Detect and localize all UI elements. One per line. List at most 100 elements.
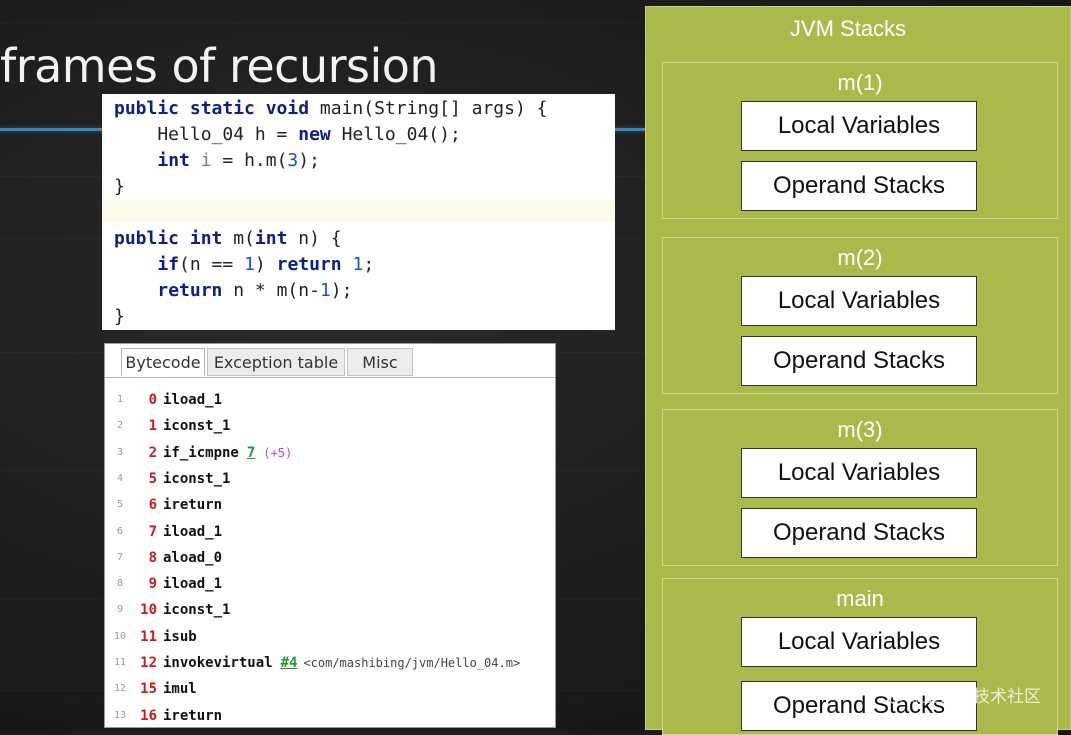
opcode: if_icmpne — [163, 444, 239, 461]
code-line: public static void main(String[] args) { — [114, 96, 548, 122]
code-token: public int — [114, 228, 223, 249]
code-token: Hello_04 h = — [114, 124, 299, 145]
bytecode-offset: 7 — [148, 523, 157, 540]
tab-bytecode[interactable]: Bytecode — [121, 348, 205, 376]
tab-exception-table[interactable]: Exception table — [207, 348, 345, 376]
code-token: n) { — [287, 228, 342, 249]
stack-frame-m2: m(2) Local Variables Operand Stacks — [662, 237, 1058, 394]
code-line: return n * m(n-1); — [114, 278, 352, 304]
stack-frame-m1: m(1) Local Variables Operand Stacks — [662, 62, 1058, 219]
bytecode-line-number: 10 — [113, 630, 127, 642]
bytecode-line-number: 11 — [113, 657, 127, 668]
bytecode-argument-link[interactable]: 7 — [247, 445, 255, 461]
code-line: int i = h.m(3); — [114, 148, 320, 174]
watermark: @稀土掘金技术社区 — [888, 687, 1041, 707]
bytecode-offset: 0 — [148, 392, 157, 408]
slide-title: frames of recursion — [0, 39, 439, 93]
operand-stacks-box: Operand Stacks — [741, 336, 977, 386]
opcode: ireturn — [163, 707, 223, 724]
bytecode-instruction: iload_1 — [163, 519, 222, 545]
bytecode-tab-bar: Bytecode Exception table Misc — [105, 344, 555, 378]
bytecode-line-number: 12 — [113, 683, 127, 695]
bytecode-row: 12 15 imul — [105, 676, 555, 702]
opcode: imul — [163, 681, 197, 698]
code-token: return — [276, 254, 342, 275]
code-token: } — [114, 176, 125, 197]
stack-frame-title: m(2) — [837, 245, 883, 270]
opcode: invokevirtual — [163, 655, 273, 671]
code-token: 1 — [319, 280, 331, 301]
bytecode-line-number: 5 — [116, 499, 124, 511]
operand-stacks-box: Operand Stacks — [741, 161, 977, 211]
opcode: iconst_1 — [163, 602, 231, 619]
opcode: isub — [163, 628, 197, 645]
bytecode-row: 4 5 iconst_1 — [105, 466, 555, 492]
bytecode-offset: 1 — [148, 418, 157, 435]
code-token: public static void — [114, 98, 310, 119]
current-line-highlight — [102, 200, 615, 222]
stack-frame-main: main Local Variables Operand Stacks — [662, 578, 1058, 735]
opcode: ireturn — [163, 497, 223, 514]
bytecode-row: 7 8 aload_0 — [105, 545, 555, 571]
bytecode-line-number: 4 — [116, 472, 124, 484]
local-variables-box: Local Variables — [741, 448, 977, 498]
opcode: iconst_1 — [163, 470, 231, 487]
opcode: iload_1 — [163, 392, 223, 408]
bytecode-offset: 8 — [148, 549, 157, 566]
bytecode-row: 2 1 iconst_1 — [105, 413, 555, 439]
code-token: new — [298, 124, 331, 145]
bytecode-instruction: iconst_1 — [163, 597, 230, 623]
bytecode-line-number: 9 — [116, 604, 124, 616]
bytecode-row: 5 6 ireturn — [105, 492, 555, 518]
bytecode-instruction: iload_1 — [163, 571, 222, 597]
tab-misc[interactable]: Misc — [347, 348, 413, 376]
code-token: = h.m( — [211, 150, 288, 171]
code-token: return — [157, 280, 223, 301]
code-line: Hello_04 h = new Hello_04(); — [114, 122, 460, 148]
code-token: 1 — [244, 254, 255, 275]
bytecode-offset: 10 — [140, 602, 157, 619]
code-token: ) — [254, 254, 277, 275]
code-token: ; — [363, 254, 375, 275]
bytecode-line-number: 7 — [116, 551, 124, 563]
bytecode-comment: <com/mashibing/jvm/Hello_04.m> — [303, 656, 521, 670]
bytecode-instruction: iconst_1 — [163, 413, 230, 439]
bytecode-offset: 6 — [148, 497, 157, 514]
bytecode-line-number: 6 — [116, 525, 124, 537]
bytecode-viewer: Bytecode Exception table Misc 1 0 iload_1 2 1 i… — [104, 343, 556, 728]
bytecode-instruction: iload_1 — [163, 387, 222, 413]
bytecode-row: 1 0 iload_1 — [105, 387, 555, 413]
code-token: ); — [330, 280, 353, 301]
code-token: (n == — [179, 254, 245, 275]
jvm-stacks-title: JVM Stacks — [789, 16, 907, 41]
opcode: iconst_1 — [163, 418, 231, 435]
stack-frame-title: m(3) — [837, 417, 883, 442]
bytecode-line-number: 8 — [116, 578, 124, 590]
operand-stacks-box: Operand Stacks — [741, 508, 977, 558]
code-token: 1 — [352, 254, 364, 275]
bytecode-instruction: ireturn — [163, 492, 222, 518]
bytecode-argument-link[interactable]: #4 — [281, 655, 298, 671]
code-token: } — [114, 306, 125, 327]
bytecode-offset: 16 — [140, 707, 157, 724]
bytecode-instruction: imul — [163, 676, 197, 702]
opcode: iload_1 — [163, 576, 223, 593]
code-line: if(n == 1) return 1; — [114, 252, 374, 278]
bytecode-instruction: isub — [163, 624, 197, 650]
code-token: n * m(n- — [222, 280, 320, 301]
bytecode-row: 8 9 iload_1 — [105, 571, 555, 597]
stack-frame-title: m(1) — [837, 70, 883, 95]
stack-frame-title: main — [836, 586, 884, 611]
code-token: ); — [298, 150, 320, 171]
local-variables-box: Local Variables — [741, 101, 977, 151]
bytecode-offset: 15 — [140, 681, 157, 698]
opcode: aload_0 — [163, 549, 223, 566]
code-line: } — [114, 174, 125, 200]
bytecode-offset: 9 — [148, 576, 157, 593]
bytecode-row: 3 2 if_icmpne 7 (+5) — [105, 440, 555, 466]
bytecode-line-number: 1 — [116, 394, 124, 405]
